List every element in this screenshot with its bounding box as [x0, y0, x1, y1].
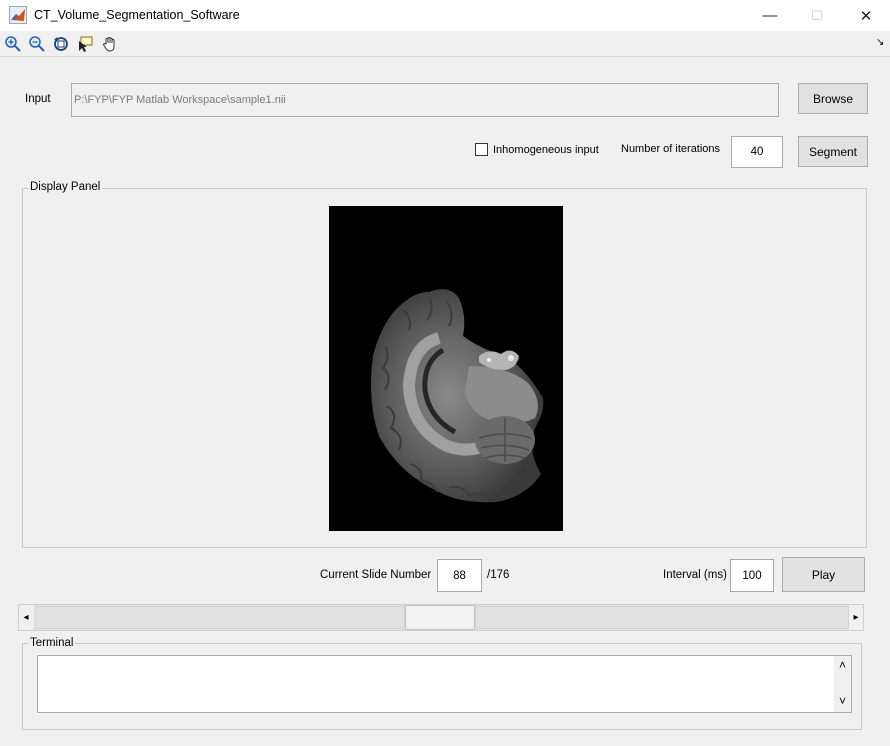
data-cursor-icon[interactable]: [75, 34, 95, 53]
slider-thumb[interactable]: [405, 605, 475, 630]
slider-right-arrow[interactable]: ▸: [849, 605, 863, 630]
slider-left-arrow[interactable]: ◂: [19, 605, 33, 630]
title-bar: CT_Volume_Segmentation_Software — ☐ ✕: [0, 0, 890, 31]
slice-slider[interactable]: ◂ ▸: [18, 604, 864, 631]
iterations-label: Number of iterations: [621, 143, 721, 155]
pan-hand-icon[interactable]: [100, 34, 120, 53]
slider-track-right[interactable]: [475, 606, 849, 629]
ct-slice-image: [329, 206, 563, 531]
zoom-out-icon[interactable]: [27, 34, 47, 53]
figure-toolbar: ↘: [0, 31, 890, 57]
zoom-in-icon[interactable]: [3, 34, 23, 53]
terminal-output[interactable]: ˄ ˅: [37, 655, 852, 713]
minimize-button[interactable]: —: [747, 0, 793, 31]
interval-input[interactable]: 100: [730, 559, 774, 592]
maximize-button[interactable]: ☐: [794, 0, 840, 31]
window-title: CT_Volume_Segmentation_Software: [34, 8, 240, 22]
play-button[interactable]: Play: [782, 557, 865, 592]
inhomogeneous-checkbox[interactable]: [475, 143, 488, 156]
rotate-3d-icon[interactable]: [51, 34, 71, 53]
slide-total-label: /176: [487, 569, 510, 581]
matlab-app-icon: [9, 6, 27, 24]
segment-button[interactable]: Segment: [798, 136, 868, 167]
input-label: Input: [25, 93, 51, 105]
browse-button[interactable]: Browse: [798, 83, 868, 114]
inhomogeneous-label: Inhomogeneous input: [493, 144, 599, 156]
iterations-input[interactable]: 40: [731, 136, 783, 168]
terminal-title: Terminal: [28, 637, 76, 649]
dock-arrow-icon[interactable]: ↘: [876, 37, 884, 48]
interval-label: Interval (ms): [663, 569, 727, 581]
scroll-up-icon[interactable]: ˄: [834, 658, 851, 672]
display-panel-title: Display Panel: [28, 181, 103, 193]
scroll-down-icon[interactable]: ˅: [834, 694, 851, 708]
slide-number-input[interactable]: 88: [437, 559, 482, 592]
slide-number-label: Current Slide Number: [320, 569, 432, 581]
slider-track-left[interactable]: [35, 606, 405, 629]
terminal-scrollbar[interactable]: ˄ ˅: [834, 656, 851, 712]
input-path-field[interactable]: P:\FYP\FYP Matlab Workspace\sample1.nii: [71, 83, 779, 117]
close-button[interactable]: ✕: [843, 0, 889, 31]
